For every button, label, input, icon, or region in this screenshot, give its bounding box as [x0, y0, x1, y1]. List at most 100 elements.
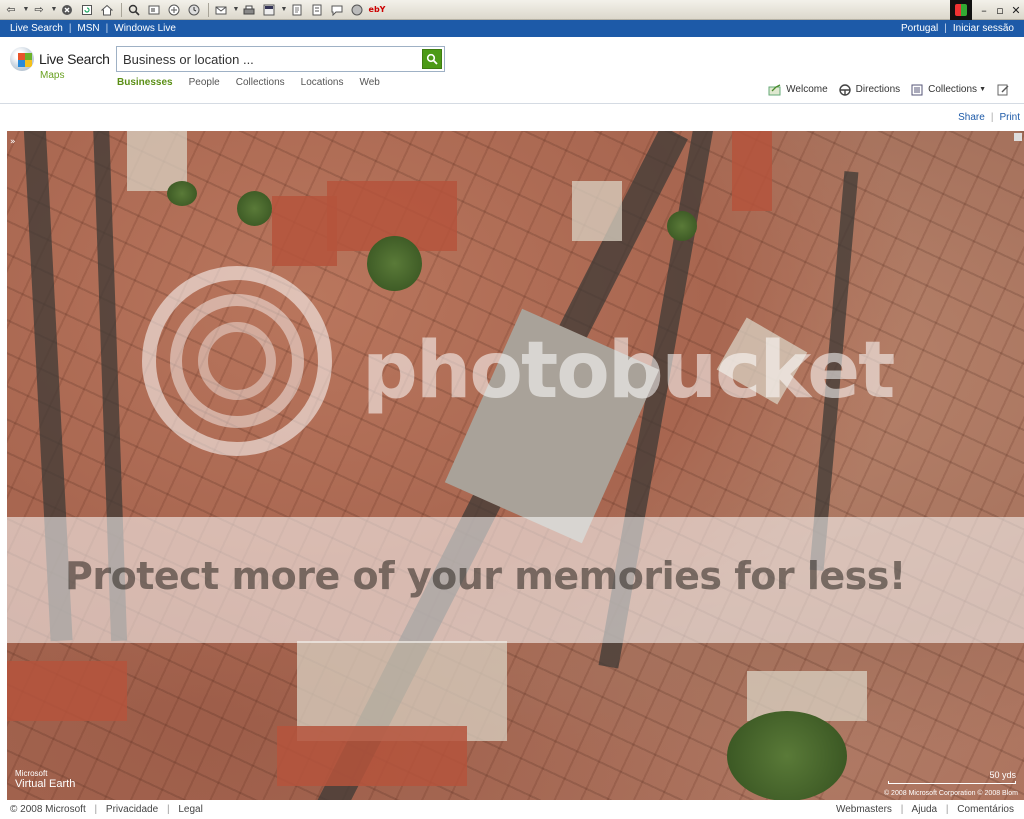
live-search-maps-logo[interactable]: Live Search Maps	[10, 45, 110, 81]
link-divider: |	[945, 804, 949, 815]
map-view[interactable]: » photobucket Protect more of your memor…	[7, 131, 1024, 800]
collections-icon	[910, 83, 924, 96]
tab-businesses[interactable]: Businesses	[117, 77, 173, 88]
media-icon[interactable]	[165, 2, 183, 18]
roof	[7, 661, 127, 721]
edit-dropdown-icon[interactable]: ▼	[280, 6, 288, 13]
forward-dropdown-icon[interactable]: ▼	[50, 6, 58, 13]
home-icon[interactable]	[98, 2, 116, 18]
print-icon[interactable]	[240, 2, 258, 18]
link-divider: |	[105, 23, 109, 34]
account-links: Portugal | Iniciar sessão	[901, 23, 1014, 34]
favorites-icon[interactable]	[145, 2, 163, 18]
research-icon[interactable]	[328, 2, 346, 18]
edit-note-button[interactable]	[996, 83, 1014, 96]
tree	[667, 211, 697, 241]
logo-text: Live Search	[39, 51, 110, 67]
discuss-icon[interactable]	[288, 2, 306, 18]
forward-icon[interactable]: ⇨	[30, 2, 48, 18]
directions-button[interactable]: Directions	[838, 83, 900, 96]
back-dropdown-icon[interactable]: ▼	[22, 6, 30, 13]
tab-collections[interactable]: Collections	[236, 77, 285, 88]
tab-locations[interactable]: Locations	[301, 77, 344, 88]
tab-web[interactable]: Web	[359, 77, 379, 88]
link-divider: |	[68, 23, 72, 34]
watermark-promo-text: Protect more of your memories for less!	[65, 554, 906, 598]
share-link[interactable]: Share	[958, 112, 985, 123]
legal-link[interactable]: Legal	[178, 804, 202, 815]
search-button[interactable]	[422, 49, 442, 69]
msn-link[interactable]: MSN	[77, 23, 99, 34]
welcome-label: Welcome	[786, 84, 828, 95]
map-corner-button[interactable]	[1014, 133, 1022, 141]
roof	[277, 726, 467, 786]
welcome-button[interactable]: Welcome	[768, 83, 828, 96]
windows-logo-icon	[950, 0, 972, 20]
share-print-links: Share | Print	[958, 112, 1020, 123]
windows-live-link[interactable]: Windows Live	[114, 23, 176, 34]
history-icon[interactable]	[185, 2, 203, 18]
tab-people[interactable]: People	[189, 77, 220, 88]
building-block	[572, 181, 622, 241]
back-icon[interactable]: ⇦	[2, 2, 20, 18]
top-links-bar: Live Search | MSN | Windows Live Portuga…	[0, 20, 1024, 37]
live-search-link[interactable]: Live Search	[10, 23, 63, 34]
header-actions: Welcome Directions Collections ▼	[758, 83, 1014, 96]
directions-label: Directions	[855, 84, 901, 95]
tree	[237, 191, 272, 226]
search-box	[116, 46, 445, 72]
privacy-link[interactable]: Privacidade	[106, 804, 158, 815]
mail-dropdown-icon[interactable]: ▼	[232, 6, 240, 13]
webmasters-link[interactable]: Webmasters	[836, 804, 892, 815]
messenger-icon[interactable]	[308, 2, 326, 18]
expand-panel-icon[interactable]: »	[10, 137, 16, 147]
toolbar-separator	[121, 2, 122, 17]
page-footer: © 2008 Microsoft | Privacidade | Legal W…	[0, 800, 1024, 819]
microsoft-label: Microsoft	[15, 769, 48, 778]
photobucket-logo-icon	[142, 266, 332, 456]
minimize-icon[interactable]: –	[976, 4, 992, 17]
copyright-text: © 2008 Microsoft	[10, 804, 86, 815]
region-link[interactable]: Portugal	[901, 23, 938, 34]
map-scale: 50 yds	[888, 770, 1016, 784]
footer-left: © 2008 Microsoft | Privacidade | Legal	[10, 804, 203, 815]
roof	[732, 131, 772, 211]
collections-label: Collections	[928, 84, 978, 95]
toolbar-separator	[208, 2, 209, 17]
collections-button[interactable]: Collections ▼	[910, 83, 986, 96]
refresh-icon[interactable]	[78, 2, 96, 18]
map-copyright: © 2008 Microsoft Corporation © 2008 Blom	[883, 790, 1018, 797]
link-divider: |	[166, 804, 170, 815]
edit-icon[interactable]	[260, 2, 278, 18]
link-divider: |	[94, 804, 98, 815]
link-divider: |	[990, 112, 994, 123]
feedback-link[interactable]: Comentários	[957, 804, 1014, 815]
footer-right: Webmasters | Ajuda | Comentários	[836, 804, 1014, 815]
search-icon[interactable]	[125, 2, 143, 18]
link-divider: |	[944, 23, 947, 34]
scale-bar	[888, 781, 1016, 784]
scale-label: 50 yds	[989, 770, 1016, 780]
mail-icon[interactable]	[212, 2, 230, 18]
stop-icon[interactable]	[58, 2, 76, 18]
search-scope-tabs: Businesses People Collections Locations …	[117, 77, 396, 88]
roof	[272, 196, 337, 266]
restore-icon[interactable]: ▫	[992, 4, 1008, 17]
help-link[interactable]: Ajuda	[912, 804, 938, 815]
link-divider: |	[900, 804, 904, 815]
tree	[167, 181, 197, 206]
network-links: Live Search | MSN | Windows Live	[10, 23, 176, 34]
virtual-earth-label: Virtual Earth	[15, 778, 76, 790]
window-controls: – ▫ ✕	[950, 0, 1024, 20]
sign-in-link[interactable]: Iniciar sessão	[953, 23, 1014, 34]
search-input[interactable]	[117, 48, 422, 70]
magnifier-icon	[426, 53, 438, 65]
ebay-icon[interactable]: ebY	[368, 2, 386, 18]
windows-flag-icon	[10, 47, 34, 71]
tree	[727, 711, 847, 800]
bluetooth-icon[interactable]	[348, 2, 366, 18]
edit-note-icon	[996, 83, 1010, 96]
close-icon[interactable]: ✕	[1008, 4, 1024, 17]
print-link[interactable]: Print	[999, 112, 1020, 123]
tree	[367, 236, 422, 291]
